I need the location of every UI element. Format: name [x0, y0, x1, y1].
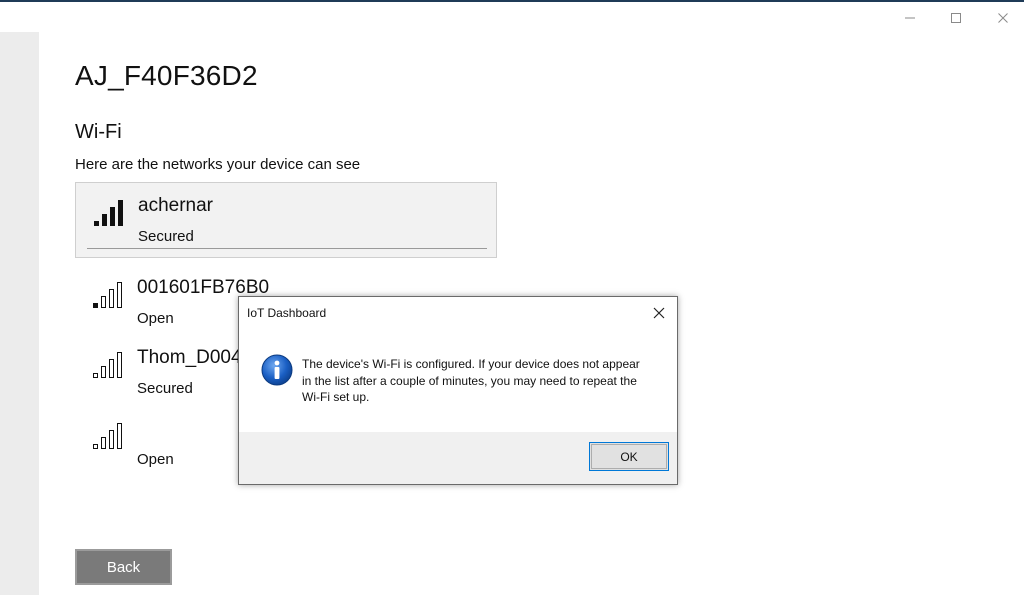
network-status: Secured	[137, 380, 193, 397]
wifi-signal-full-icon	[94, 200, 123, 226]
section-title: Wi-Fi	[75, 121, 122, 143]
network-status: Secured	[138, 228, 194, 245]
wifi-signal-low-icon	[93, 352, 122, 378]
maximize-button[interactable]	[946, 8, 966, 28]
ok-button[interactable]: OK	[589, 442, 669, 471]
maximize-icon	[951, 13, 961, 23]
selection-underline	[87, 248, 487, 249]
network-name: achernar	[138, 195, 213, 216]
dialog-message: The device's Wi-Fi is configured. If you…	[302, 357, 640, 404]
networks-subtitle: Here are the networks your device can se…	[75, 156, 361, 173]
network-status: Open	[137, 451, 174, 468]
network-item-achernar[interactable]: achernar Secured	[75, 182, 497, 258]
dialog-close-button[interactable]	[651, 305, 667, 321]
network-name: Thom_D004	[137, 347, 242, 368]
dialog-title: IoT Dashboard	[247, 306, 327, 320]
window-top-border	[0, 0, 1024, 2]
wifi-signal-low-icon	[93, 423, 122, 449]
network-status: Open	[137, 310, 174, 327]
wifi-signal-low-icon	[93, 282, 122, 308]
sidebar	[0, 32, 39, 595]
close-icon	[653, 307, 665, 319]
back-button[interactable]: Back	[75, 549, 172, 585]
close-icon	[998, 13, 1008, 23]
dialog-footer: OK	[239, 432, 677, 484]
minimize-button[interactable]	[900, 8, 920, 28]
info-icon	[261, 354, 293, 386]
info-dialog: IoT Dashboard The device's Wi-Fi is conf…	[238, 296, 678, 485]
page-title: AJ_F40F36D2	[75, 60, 258, 91]
minimize-icon	[905, 17, 915, 19]
close-window-button[interactable]	[993, 8, 1013, 28]
